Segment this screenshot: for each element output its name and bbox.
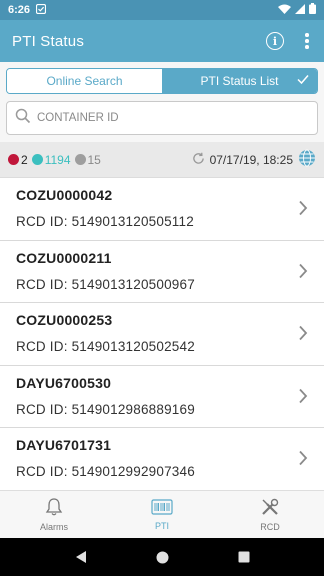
container-id: DAYU6700530 xyxy=(16,374,112,391)
page-title: PTI Status xyxy=(12,32,85,50)
list-item[interactable]: COZU0000211 RCD ID: 5149013120500967 xyxy=(0,241,324,303)
rcd-id: RCD ID: 5149013120500967 xyxy=(16,276,195,292)
list-item[interactable]: DAYU6701731 RCD ID: 5149012992907346 xyxy=(0,428,324,490)
unknown-status-dot xyxy=(74,154,86,165)
rcd-id: RCD ID: 5149012992907346 xyxy=(16,464,195,479)
container-id-search-input[interactable] xyxy=(37,112,287,124)
nav-pti[interactable]: PTI xyxy=(108,491,216,538)
globe-icon[interactable] xyxy=(298,149,316,170)
back-icon[interactable] xyxy=(75,550,87,564)
alarm-status-dot xyxy=(8,154,19,165)
system-navigation-bar xyxy=(0,538,324,576)
status-time: 6:26 xyxy=(8,4,31,16)
bottom-navigation: Alarms PTI RCD xyxy=(0,490,324,538)
more-vert-icon[interactable] xyxy=(302,33,312,49)
rcd-id: RCD ID: 5149013120505112 xyxy=(16,214,194,229)
nav-rcd-label: RCD xyxy=(260,522,280,532)
chevron-right-icon xyxy=(298,200,308,221)
container-list: COZU0000042 RCD ID: 5149013120505112 COZ… xyxy=(0,178,324,490)
segmented-control: Online Search PTI Status List xyxy=(6,68,318,94)
nav-alarms-label: Alarms xyxy=(39,522,68,532)
rcd-id: RCD ID: 5149013120502542 xyxy=(16,339,195,354)
sync-icon[interactable] xyxy=(192,152,205,168)
search-area xyxy=(0,98,324,142)
nav-pti-label: PTI xyxy=(154,521,169,531)
search-icon xyxy=(15,108,31,129)
signal-icon xyxy=(295,3,305,17)
recents-icon[interactable] xyxy=(238,551,250,563)
ok-count: 1194 xyxy=(44,152,71,167)
info-icon[interactable]: i xyxy=(266,32,284,50)
last-updated-timestamp: 07/17/19, 18:25 xyxy=(209,152,293,167)
chevron-right-icon xyxy=(298,325,308,346)
unknown-count: 15 xyxy=(87,152,101,167)
list-item[interactable]: COZU0000042 RCD ID: 5149013120505112 xyxy=(0,178,324,241)
tab-bar: Online Search PTI Status List xyxy=(0,62,324,98)
tab-pti-status-list[interactable]: PTI Status List xyxy=(162,69,317,93)
search-box[interactable] xyxy=(6,101,318,135)
container-id: DAYU6701731 xyxy=(16,437,112,453)
nav-alarms[interactable]: Alarms xyxy=(0,491,108,538)
chevron-right-icon xyxy=(298,263,308,284)
barcode-icon xyxy=(151,498,173,518)
tab-pti-status-list-label: PTI Status List xyxy=(200,74,279,88)
container-id: COZU0000253 xyxy=(16,312,113,328)
notification-icon xyxy=(35,3,47,17)
tab-online-search-label: Online Search xyxy=(46,74,123,88)
rcd-id: RCD ID: 5149012986889169 xyxy=(16,401,195,417)
app-bar: PTI Status i xyxy=(0,20,324,62)
summary-bar: 2 1194 15 07/17/19, 18:25 xyxy=(0,142,324,178)
container-id: COZU0000211 xyxy=(16,249,112,266)
container-id: COZU0000042 xyxy=(16,187,113,203)
alarm-count: 2 xyxy=(21,152,28,167)
tools-icon xyxy=(260,497,280,519)
list-item[interactable]: DAYU6700530 RCD ID: 5149012986889169 xyxy=(0,366,324,428)
battery-icon xyxy=(309,3,316,17)
home-icon[interactable] xyxy=(156,551,169,564)
chevron-right-icon xyxy=(298,450,308,471)
check-icon xyxy=(296,72,310,89)
nav-rcd[interactable]: RCD xyxy=(216,491,324,538)
ok-status-dot xyxy=(31,154,43,165)
chevron-right-icon xyxy=(298,388,308,409)
tab-online-search[interactable]: Online Search xyxy=(7,69,162,93)
list-item[interactable]: COZU0000253 RCD ID: 5149013120502542 xyxy=(0,303,324,366)
status-bar: 6:26 xyxy=(0,0,324,20)
wifi-icon xyxy=(278,4,291,17)
bell-icon xyxy=(44,497,64,519)
